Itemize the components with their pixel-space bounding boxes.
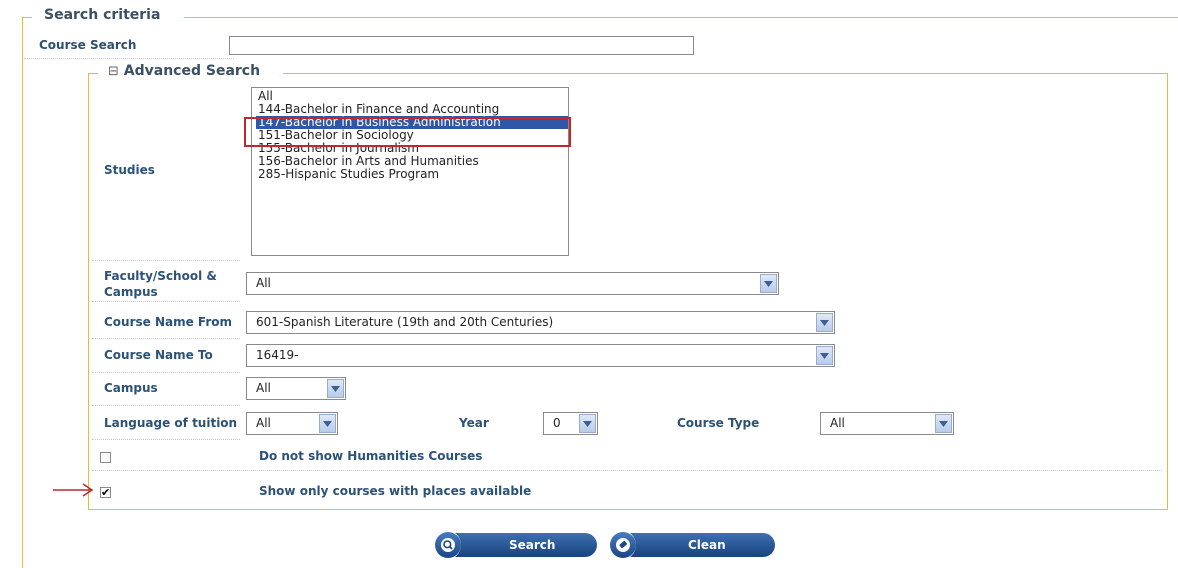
course-search-label: Course Search <box>39 38 137 52</box>
course-type-select[interactable]: All <box>820 412 954 435</box>
arrow-right-icon <box>53 483 94 497</box>
studies-listbox[interactable]: All 144-Bachelor in Finance and Accountin… <box>251 87 569 256</box>
places-available-label: Show only courses with places available <box>259 484 532 498</box>
course-from-select[interactable]: 601-Spanish Literature (19th and 20th Ce… <box>246 311 835 334</box>
campus-select[interactable]: All <box>246 377 346 400</box>
no-humanities-label: Do not show Humanities Courses <box>259 449 483 463</box>
clean-button-label: Clean <box>688 538 726 552</box>
year-select-value: 0 <box>553 416 561 430</box>
campus-select-value: All <box>256 381 271 395</box>
selection-highlight-box <box>244 117 571 147</box>
chevron-down-icon[interactable] <box>319 414 336 433</box>
course-type-label: Course Type <box>677 416 760 430</box>
search-button-label: Search <box>509 538 556 552</box>
studies-option[interactable]: 285-Hispanic Studies Program <box>258 168 566 181</box>
eraser-icon <box>610 532 636 558</box>
advanced-search-title: Advanced Search <box>123 63 261 79</box>
campus-label: Campus <box>104 381 158 395</box>
faculty-label: Faculty/School & Campus <box>104 268 217 300</box>
chevron-down-icon[interactable] <box>935 414 952 433</box>
course-search-input[interactable] <box>229 36 694 55</box>
faculty-label-line1: Faculty/School & <box>104 269 217 283</box>
no-humanities-checkbox[interactable] <box>100 452 111 463</box>
language-select[interactable]: All <box>246 412 338 435</box>
chevron-down-icon[interactable] <box>760 274 777 293</box>
faculty-select[interactable]: All <box>246 272 779 295</box>
search-criteria-legend: Search criteria <box>40 7 165 23</box>
faculty-select-value: All <box>256 276 271 290</box>
studies-label: Studies <box>104 163 155 177</box>
advanced-search-legend[interactable]: ⊟ Advanced Search <box>104 63 265 79</box>
course-from-label: Course Name From <box>104 315 233 329</box>
faculty-label-line2: Campus <box>104 285 158 299</box>
chevron-down-icon[interactable] <box>327 379 344 398</box>
year-select[interactable]: 0 <box>543 412 598 435</box>
course-from-value: 601-Spanish Literature (19th and 20th Ce… <box>256 315 554 329</box>
collapse-toggle-icon[interactable]: ⊟ <box>108 64 119 79</box>
course-to-value: 16419- <box>256 348 299 362</box>
chevron-down-icon[interactable] <box>579 414 596 433</box>
clean-button[interactable]: Clean <box>606 530 775 560</box>
search-button[interactable]: Search <box>431 530 597 560</box>
year-label: Year <box>459 416 489 430</box>
course-type-select-value: All <box>830 416 845 430</box>
search-icon <box>435 532 461 558</box>
places-available-checkbox[interactable]: ✔ <box>100 487 111 498</box>
course-to-label: Course Name To <box>104 348 213 362</box>
language-label: Language of tuition <box>104 416 238 430</box>
chevron-down-icon[interactable] <box>816 346 833 365</box>
course-to-select[interactable]: 16419- <box>246 344 835 367</box>
chevron-down-icon[interactable] <box>816 313 833 332</box>
language-select-value: All <box>256 416 271 430</box>
